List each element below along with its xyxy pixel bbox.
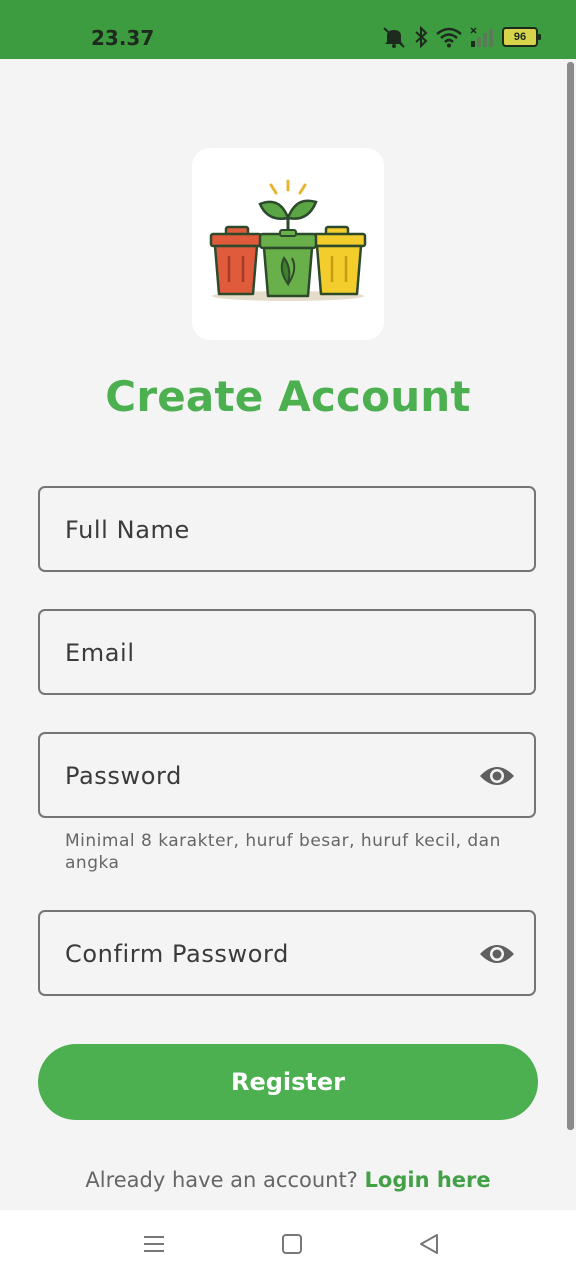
email-field[interactable]: Email xyxy=(38,609,536,695)
full-name-label: Full Name xyxy=(65,516,190,544)
login-prompt: Already have an account? Login here xyxy=(0,1168,576,1192)
battery-icon: 96 xyxy=(502,27,541,47)
login-link[interactable]: Login here xyxy=(365,1168,491,1192)
password-field[interactable]: Password xyxy=(38,732,536,818)
bluetooth-icon xyxy=(415,26,428,48)
password-label: Password xyxy=(65,762,182,790)
page-title: Create Account xyxy=(105,372,471,421)
navigation-bar xyxy=(0,1210,576,1280)
scrollbar[interactable] xyxy=(567,62,574,1130)
app-logo xyxy=(192,148,384,340)
confirm-password-label: Confirm Password xyxy=(65,940,289,968)
eye-icon[interactable] xyxy=(478,940,516,968)
wifi-icon xyxy=(436,27,462,48)
recycle-bins-plant-logo xyxy=(209,179,367,301)
confirm-password-field[interactable]: Confirm Password xyxy=(38,910,536,996)
home-square-icon[interactable] xyxy=(280,1232,304,1256)
back-triangle-icon[interactable] xyxy=(417,1232,441,1256)
status-time: 23.37 xyxy=(91,26,155,50)
mute-icon xyxy=(383,27,405,48)
login-prompt-text: Already have an account? xyxy=(85,1168,358,1192)
register-button[interactable]: Register xyxy=(38,1044,538,1120)
password-helper-text: Minimal 8 karakter, huruf besar, huruf k… xyxy=(65,831,501,873)
menu-icon[interactable] xyxy=(142,1232,166,1256)
status-icons: 96 xyxy=(382,24,541,50)
signal-icon xyxy=(470,27,493,47)
eye-icon[interactable] xyxy=(478,762,516,790)
email-label: Email xyxy=(65,639,135,667)
status-bar: 23.37 96 xyxy=(0,0,576,59)
full-name-field[interactable]: Full Name xyxy=(38,486,536,572)
